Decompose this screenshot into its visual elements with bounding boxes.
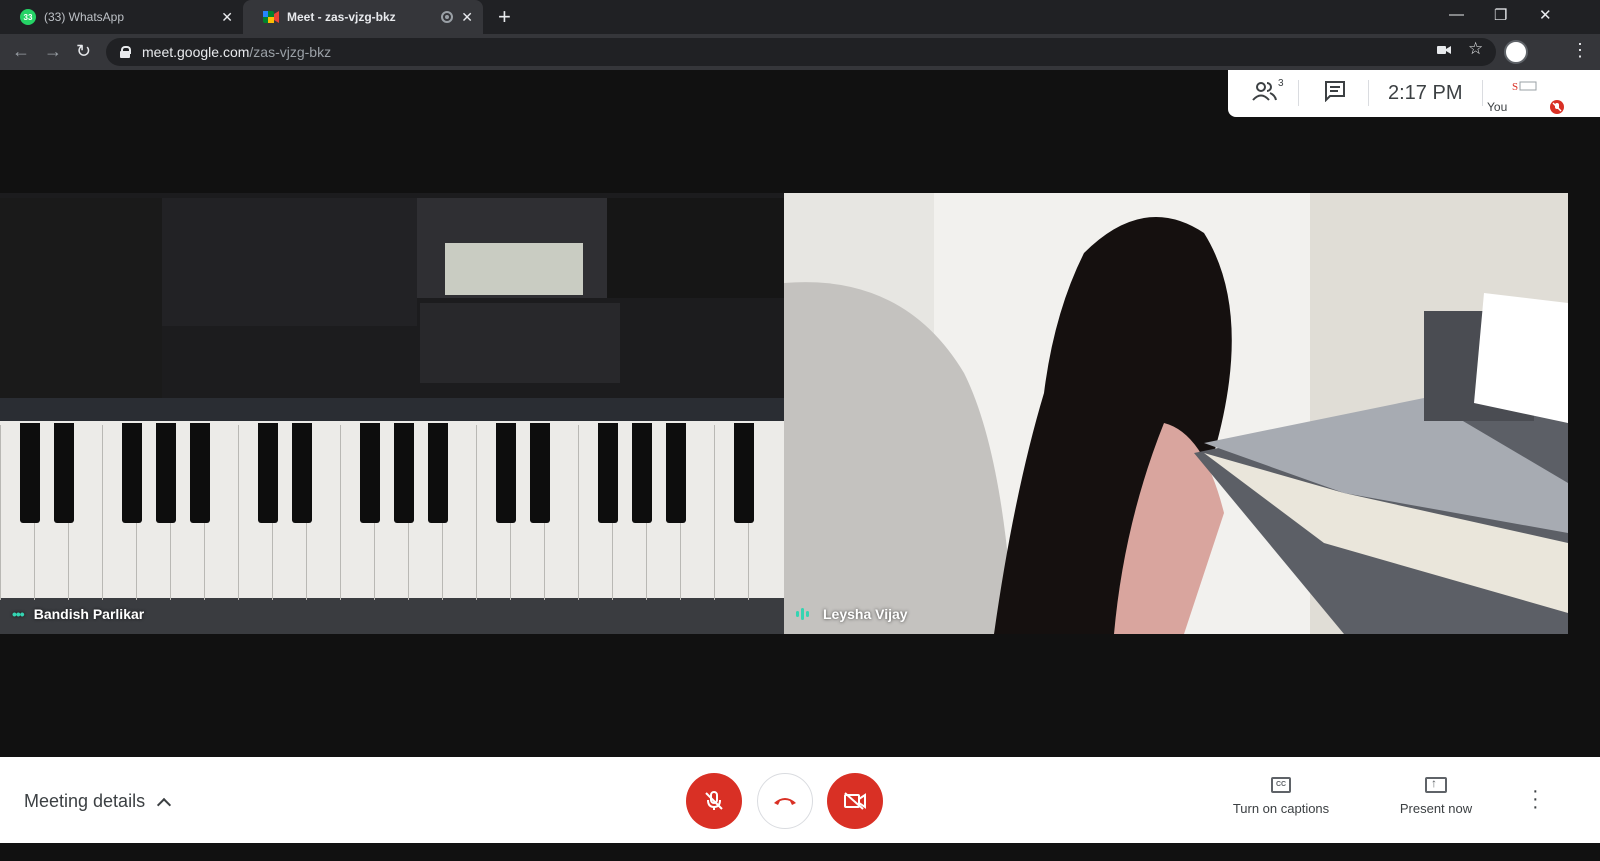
participant-name: Leysha Vijay xyxy=(823,606,908,622)
piano-key-divider xyxy=(340,425,341,600)
piano-black-keys xyxy=(0,193,784,634)
leave-call-button[interactable] xyxy=(757,773,813,829)
close-tab-icon[interactable]: ✕ xyxy=(221,9,233,26)
piano-key-divider xyxy=(238,425,239,600)
captions-label: Turn on captions xyxy=(1232,801,1330,816)
divider xyxy=(1298,80,1299,106)
piano-black-key xyxy=(258,423,278,523)
browser-menu-icon[interactable]: ⋮ xyxy=(1571,40,1589,61)
participant-name-tag: Leysha Vijay xyxy=(796,606,908,622)
self-view-thumbnail[interactable]: S xyxy=(1510,78,1540,102)
audio-dots-icon: ••• xyxy=(12,606,25,622)
piano-black-key xyxy=(428,423,448,523)
chevron-up-icon xyxy=(157,797,172,812)
mic-off-icon xyxy=(705,791,723,810)
captions-icon: CC xyxy=(1271,777,1291,793)
chat-icon xyxy=(1325,81,1345,103)
close-window-icon[interactable]: ✕ xyxy=(1539,6,1552,24)
bookmark-star-icon[interactable]: ☆ xyxy=(1468,39,1483,59)
piano-black-key xyxy=(598,423,618,523)
minimize-icon[interactable]: — xyxy=(1449,6,1464,23)
participant-name: Bandish Parlikar xyxy=(33,606,145,622)
meeting-details-button[interactable]: Meeting details xyxy=(24,791,172,812)
present-screen-icon xyxy=(1425,776,1447,793)
close-tab-icon[interactable]: ✕ xyxy=(461,9,473,26)
present-label: Present now xyxy=(1399,801,1473,816)
piano-black-key xyxy=(360,423,380,523)
piano-black-key xyxy=(666,423,686,523)
tab-whatsapp[interactable]: 33 (33) WhatsApp ✕ xyxy=(0,0,243,34)
present-now-button[interactable]: Present now xyxy=(1393,776,1479,816)
player-video-frame xyxy=(784,193,1568,634)
url-host: meet.google.com xyxy=(142,44,250,60)
tab-meet[interactable]: Meet - zas-vjzg-bkz ✕ xyxy=(243,0,483,34)
new-tab-icon[interactable]: + xyxy=(498,4,511,30)
profile-avatar[interactable] xyxy=(1504,40,1528,64)
piano-key-divider xyxy=(578,425,579,600)
piano-black-key xyxy=(156,423,176,523)
divider xyxy=(1482,80,1483,106)
meeting-details-label: Meeting details xyxy=(24,791,146,811)
address-bar[interactable]: meet.google.com/zas-vjzg-bkz xyxy=(106,38,1496,66)
browser-tab-strip: 33 (33) WhatsApp ✕ Meet - zas-vjzg-bkz ✕… xyxy=(0,0,1600,34)
chat-button[interactable] xyxy=(1324,80,1346,107)
camera-toggle-button[interactable] xyxy=(827,773,883,829)
browser-toolbar: ← → ↻ meet.google.com/zas-vjzg-bkz ☆ ⋮ xyxy=(0,34,1600,70)
piano-black-key xyxy=(292,423,312,523)
hang-up-icon xyxy=(774,798,796,805)
meet-favicon-icon xyxy=(263,9,279,25)
lock-icon xyxy=(120,46,131,58)
recording-indicator-icon xyxy=(441,11,453,23)
piano-black-key xyxy=(54,423,74,523)
turn-on-captions-button[interactable]: CC Turn on captions xyxy=(1229,777,1333,816)
url-path: /zas-vjzg-bkz xyxy=(249,44,332,60)
meeting-clock: 2:17 PM xyxy=(1388,82,1463,104)
piano-black-key xyxy=(496,423,516,523)
piano-black-key xyxy=(122,423,142,523)
piano-key-divider xyxy=(102,425,103,600)
piano-key-divider xyxy=(714,425,715,600)
mic-toggle-button[interactable] xyxy=(686,773,742,829)
more-options-icon[interactable]: · · · xyxy=(1532,781,1539,817)
meet-control-bar: Meeting details CC Turn on captions Pres… xyxy=(0,757,1600,843)
self-muted-icon xyxy=(1550,100,1564,114)
back-icon[interactable]: ← xyxy=(12,41,30,62)
video-tile-bandish[interactable]: ••• Bandish Parlikar xyxy=(0,193,784,634)
reload-icon[interactable]: ↻ xyxy=(76,41,91,62)
piano-black-key xyxy=(20,423,40,523)
piano-black-key xyxy=(734,423,754,523)
self-label: You xyxy=(1487,100,1508,114)
participant-name-tag: ••• Bandish Parlikar xyxy=(12,606,144,622)
tab-title: (33) WhatsApp xyxy=(44,10,125,24)
speaking-indicator-icon xyxy=(796,608,811,620)
piano-black-key xyxy=(394,423,414,523)
divider xyxy=(1368,80,1369,106)
svg-text:S: S xyxy=(1512,81,1518,93)
whatsapp-favicon-icon: 33 xyxy=(20,9,36,25)
participants-button[interactable]: 3 xyxy=(1252,78,1284,107)
piano-black-key xyxy=(632,423,652,523)
meeting-info-panel: 3 2:17 PM S You xyxy=(1228,70,1600,117)
camera-permission-icon[interactable] xyxy=(1437,42,1451,59)
participants-count: 3 xyxy=(1278,78,1284,89)
people-icon xyxy=(1252,82,1277,101)
piano-black-key xyxy=(190,423,210,523)
piano-key-divider xyxy=(476,425,477,600)
piano-key-divider xyxy=(0,425,1,600)
forward-icon[interactable]: → xyxy=(44,41,62,62)
piano-black-key xyxy=(530,423,550,523)
restore-icon[interactable]: ❐ xyxy=(1494,6,1507,24)
video-tile-leysha[interactable]: Leysha Vijay xyxy=(784,193,1568,634)
tab-title: Meet - zas-vjzg-bkz xyxy=(287,10,396,24)
camera-off-icon xyxy=(844,792,866,810)
